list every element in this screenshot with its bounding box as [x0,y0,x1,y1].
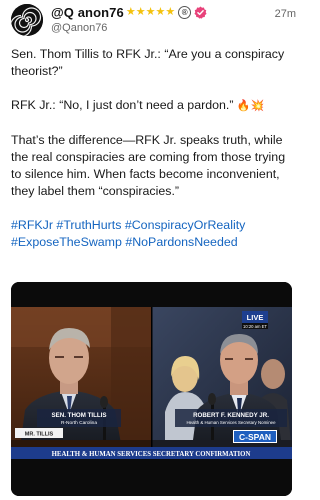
user-handle[interactable]: @Qanon76 [51,22,107,34]
video-frame: LIVE 10:20 am ET SEN. THOM TILLIS R-Nort… [11,282,292,496]
star-icon: ★ [165,5,176,18]
left-nameplate: SEN. THOM TILLIS R-North Carolina [37,409,121,427]
lower-third-banner: HEALTH & HUMAN SERVICES SECRETARY CONFIR… [11,447,292,459]
name-row: @Q anon76 ★ ★ ★ ★ ★ ® [51,4,207,20]
star-icon: ★ [145,5,156,18]
cspan-logo-text: C-SPAN [239,432,271,442]
cspan-logo: C-SPAN [233,430,277,443]
right-nameplate-name: ROBERT F. KENNEDY JR. [193,412,269,419]
spiral-logo-icon [11,4,43,36]
live-time: 10:20 am ET [243,324,267,329]
registered-mark-icon: ® [178,5,192,19]
desk-sign: MR. TILLIS [15,428,63,438]
verified-badge-icon [194,5,207,19]
right-nameplate-subtitle: Health & Human Services Secretary Nomine… [186,420,276,425]
star-icon: ★ [135,5,146,18]
post-paragraph-text: RFK Jr.: “No, I just don’t need a pardon… [11,98,234,112]
left-nameplate-subtitle: R-North Carolina [61,420,97,426]
live-label: LIVE [247,313,264,322]
display-name[interactable]: @Q anon76 [51,5,124,20]
desk-sign-text: MR. TILLIS [25,432,54,438]
post-text: Sen. Thom Tillis to RFK Jr.: “Are you a … [11,46,296,251]
post-paragraph: That’s the difference—RFK Jr. speaks tru… [11,133,286,198]
right-nameplate: ROBERT F. KENNEDY JR. Health & Human Ser… [175,409,287,427]
hashtags[interactable]: #RFKJr #TruthHurts #ConspiracyOrReality … [11,217,296,251]
star-icon: ★ [125,5,136,18]
star-icon: ★ [155,5,166,18]
post-header: @Q anon76 ★ ★ ★ ★ ★ ® @Qanon76 27m [11,0,296,40]
live-badge: LIVE 10:20 am ET [242,311,268,329]
post-timestamp[interactable]: 27m [275,8,296,20]
fire-explosion-emoji: 🔥💥 [236,100,265,112]
avatar[interactable] [11,4,43,36]
lower-third-text: HEALTH & HUMAN SERVICES SECRETARY CONFIR… [52,451,251,458]
left-nameplate-name: SEN. THOM TILLIS [52,412,107,419]
star-rating: ★ ★ ★ ★ ★ [125,5,176,18]
video-thumbnail[interactable]: LIVE 10:20 am ET SEN. THOM TILLIS R-Nort… [11,282,292,496]
post-paragraph: Sen. Thom Tillis to RFK Jr.: “Are you a … [11,47,285,78]
post-paragraph: RFK Jr.: “No, I just don’t need a pardon… [11,97,296,115]
